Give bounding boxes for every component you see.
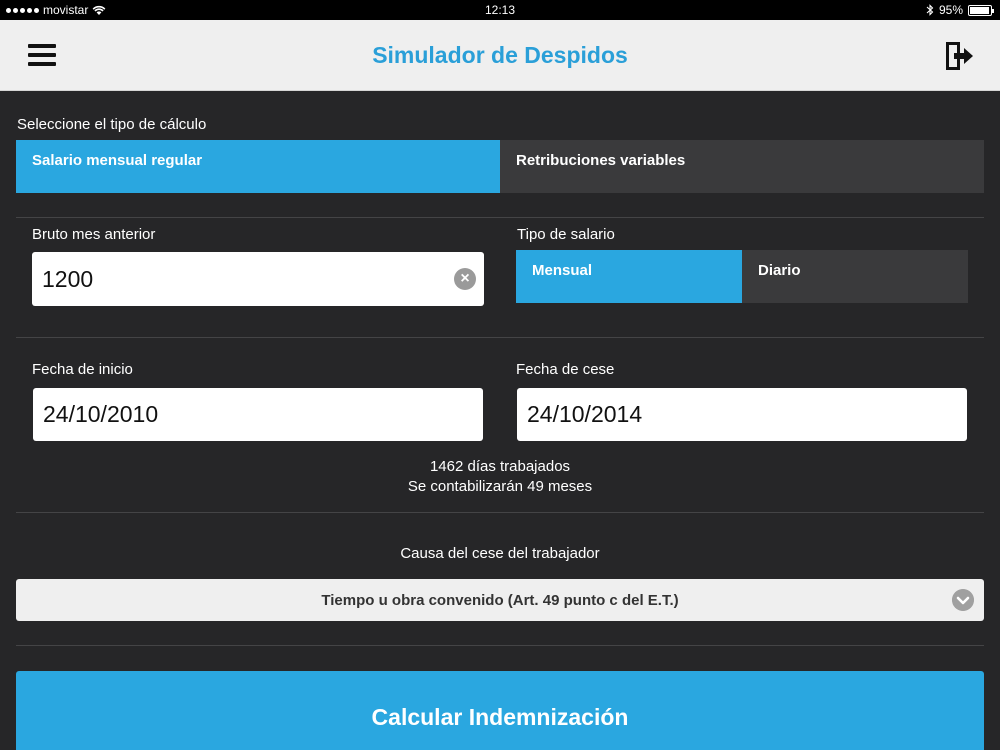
gross-salary-input[interactable]: 1200 ×: [32, 252, 484, 306]
worked-days-text: 1462 días trabajados: [429, 458, 571, 475]
salary-type-option-label: Mensual: [532, 262, 593, 279]
gross-salary-value: 1200: [42, 265, 94, 292]
termination-cause-label: Causa del cese del trabajador: [400, 545, 600, 562]
logout-icon[interactable]: [944, 40, 974, 72]
end-date-value: 24/10/2014: [527, 401, 643, 427]
carrier-name: movistar: [43, 3, 89, 17]
status-bar: movistar 12:13 95%: [0, 0, 1000, 20]
battery-level: [970, 6, 989, 14]
calc-type-option-label: Retribuciones variables: [516, 152, 686, 169]
termination-cause-value: Tiempo u obra convenido (Art. 49 punto c…: [321, 591, 679, 609]
counted-months-text: Se contabilizarán 49 meses: [407, 478, 593, 495]
start-date-label: Fecha de inicio: [32, 361, 133, 378]
divider: [16, 512, 984, 513]
start-date-value: 24/10/2010: [43, 401, 159, 427]
end-date-input[interactable]: 24/10/2014: [517, 388, 967, 441]
nav-bar: Simulador de Despidos: [0, 20, 1000, 91]
divider: [16, 217, 984, 218]
gross-salary-label: Bruto mes anterior: [32, 226, 156, 243]
clear-icon[interactable]: ×: [454, 268, 476, 290]
wifi-icon: [92, 5, 106, 15]
salary-type-option-monthly[interactable]: Mensual: [516, 250, 742, 303]
status-right: 95%: [926, 0, 994, 20]
salary-type-option-daily[interactable]: Diario: [742, 250, 968, 303]
termination-cause-select[interactable]: Tiempo u obra convenido (Art. 49 punto c…: [16, 579, 984, 621]
calc-type-option-monthly[interactable]: Salario mensual regular: [16, 140, 500, 193]
calc-type-segmented-control: Salario mensual regular Retribuciones va…: [16, 140, 984, 193]
battery-percent: 95%: [938, 3, 963, 17]
divider: [16, 337, 984, 338]
page-title: Simulador de Despidos: [372, 42, 628, 68]
salary-type-option-label: Diario: [758, 262, 801, 279]
signal-strength-icon: [6, 7, 39, 13]
calc-type-option-variable[interactable]: Retribuciones variables: [500, 140, 984, 193]
battery-icon: [968, 4, 994, 16]
chevron-down-icon: [952, 589, 974, 611]
start-date-input[interactable]: 24/10/2010: [33, 388, 483, 441]
end-date-label: Fecha de cese: [516, 361, 615, 378]
salary-type-label: Tipo de salario: [517, 226, 615, 243]
calc-type-option-label: Salario mensual regular: [32, 152, 203, 169]
calculate-button-label: Calcular Indemnización: [371, 704, 629, 730]
status-left: movistar: [6, 0, 106, 20]
calc-type-label: Seleccione el tipo de cálculo: [17, 116, 207, 133]
salary-type-segmented-control: Mensual Diario: [516, 250, 968, 303]
bluetooth-icon: [926, 4, 934, 16]
calculate-button[interactable]: Calcular Indemnización: [16, 671, 984, 750]
status-time: 12:13: [484, 3, 516, 17]
divider: [16, 645, 984, 646]
